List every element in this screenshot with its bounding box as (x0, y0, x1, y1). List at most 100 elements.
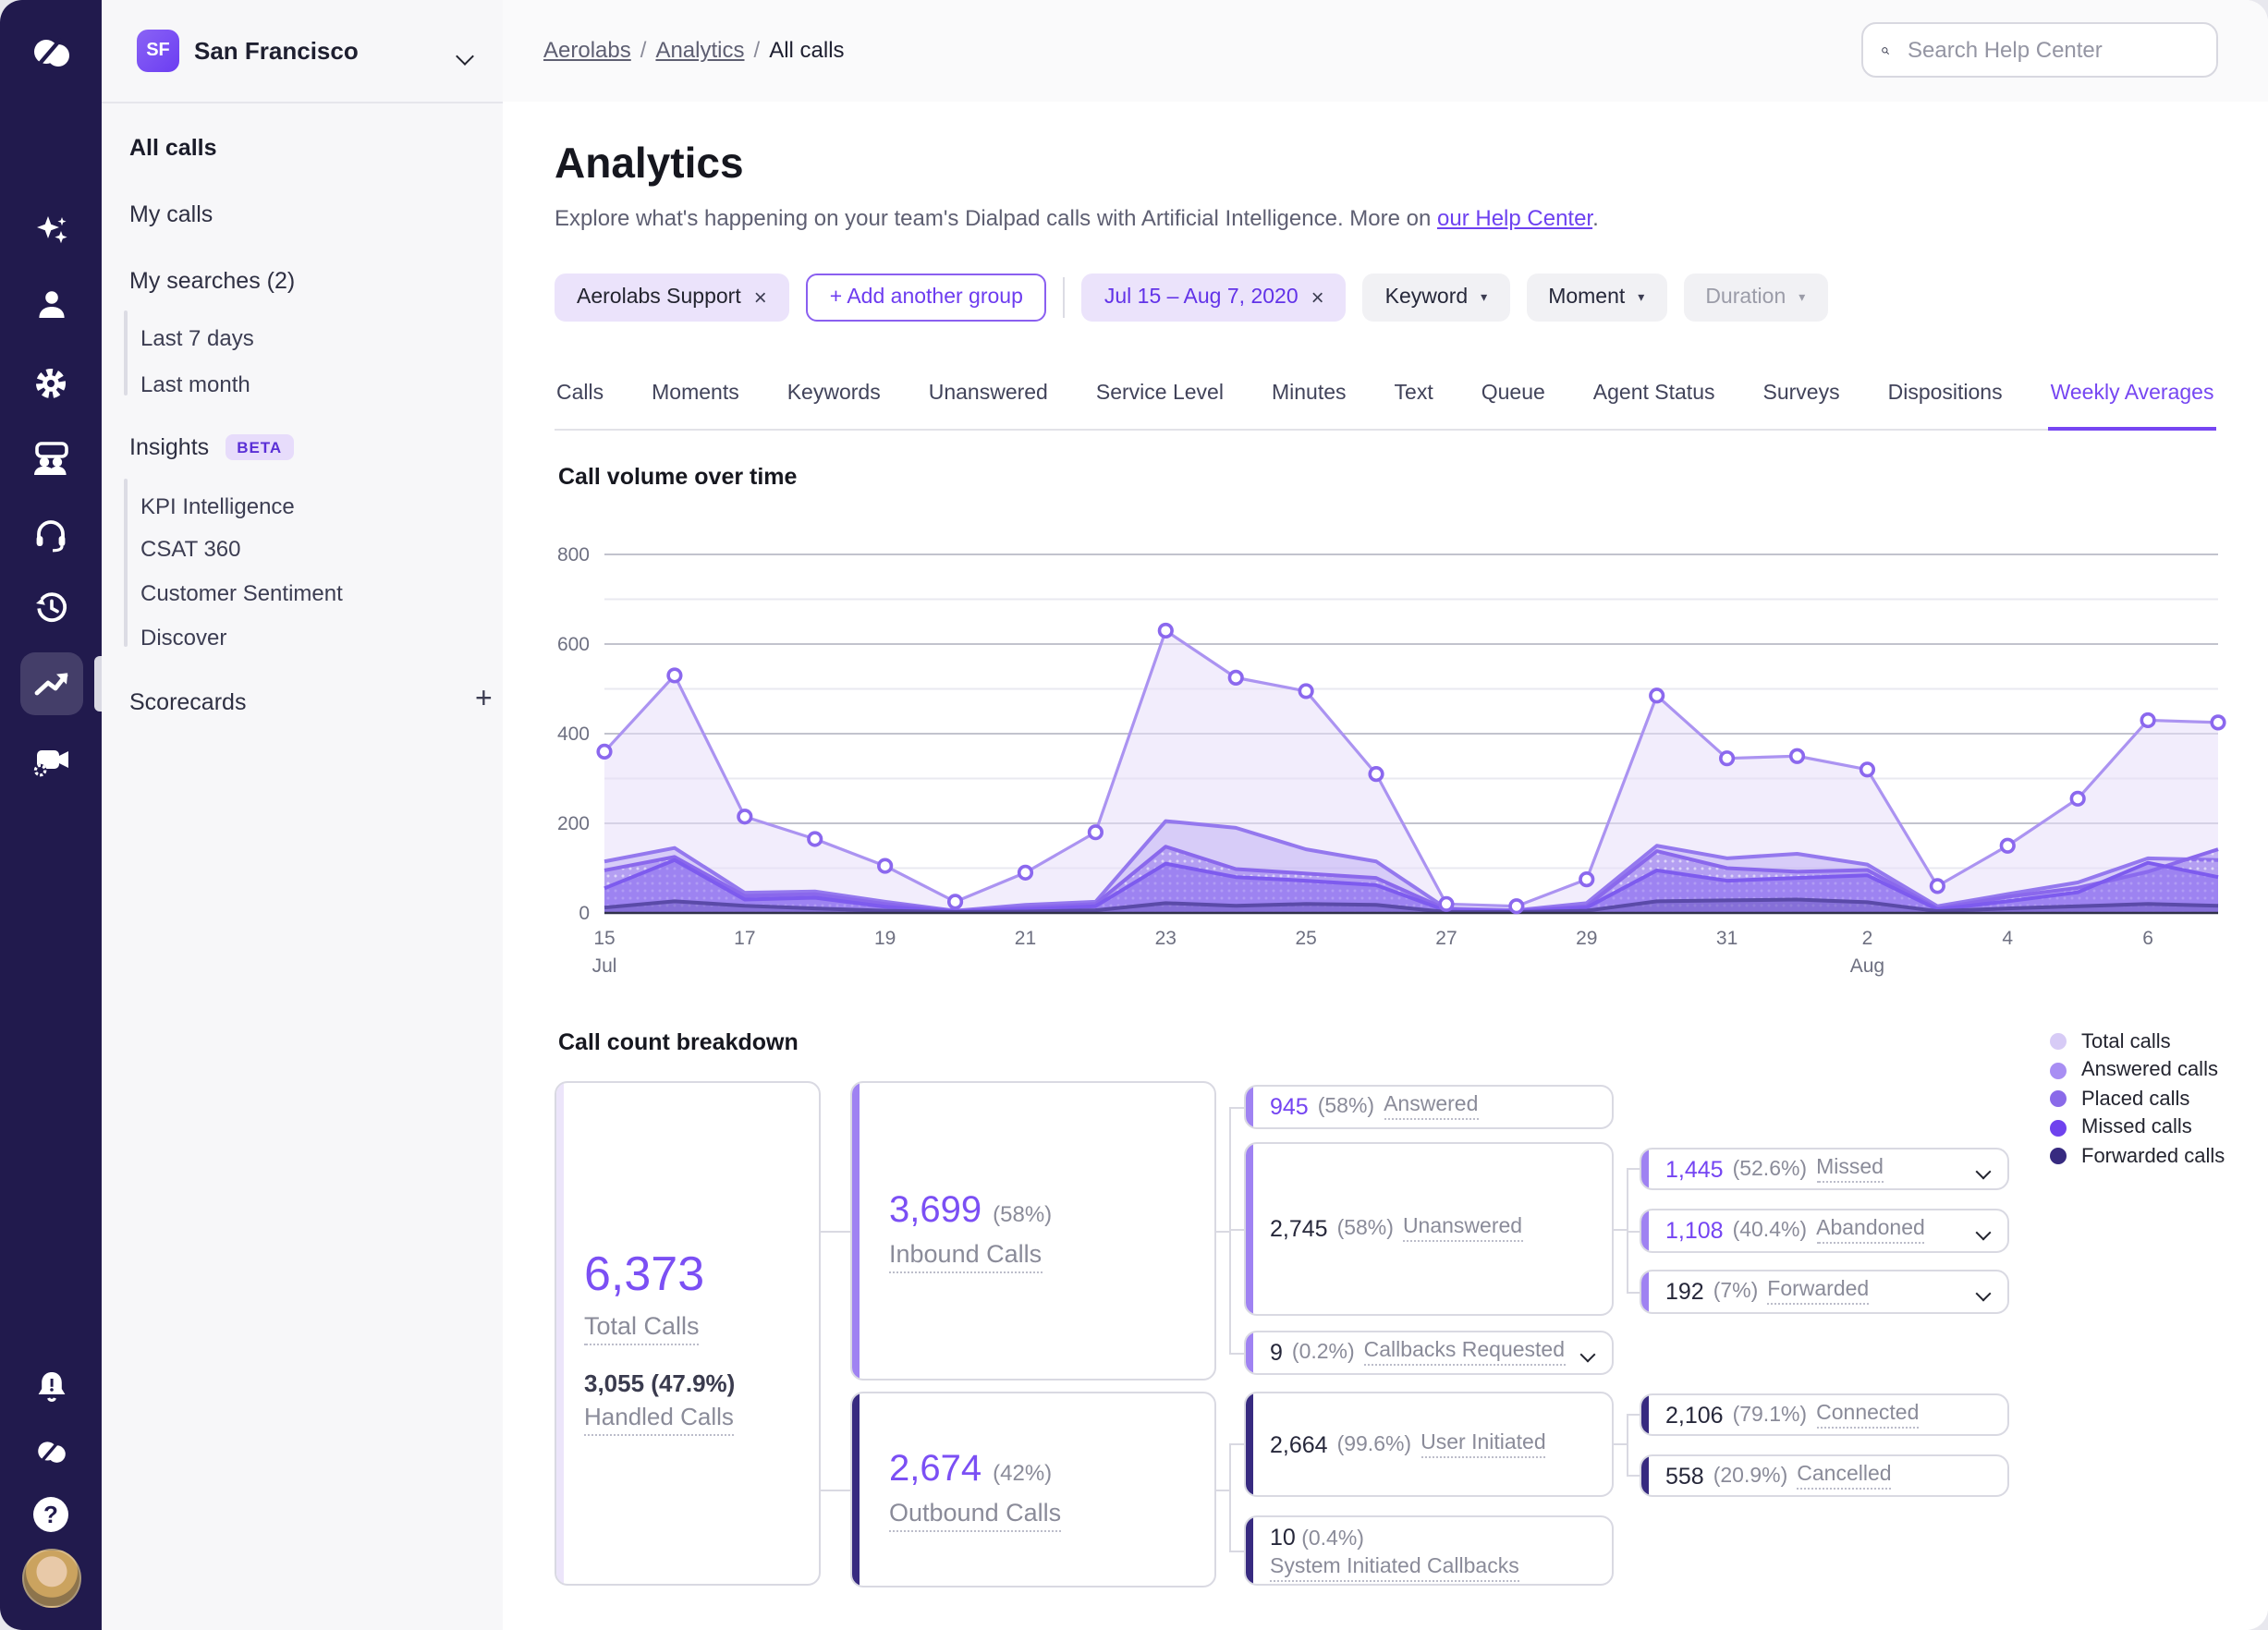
svg-text:800: 800 (557, 544, 590, 566)
svg-text:23: 23 (1155, 928, 1177, 949)
legend-item-forwarded-calls: Forwarded calls (2050, 1142, 2225, 1171)
help-center-link[interactable]: our Help Center (1437, 205, 1592, 231)
chevron-down-icon[interactable] (1975, 1275, 1992, 1308)
sidebar-item-last-7-days[interactable]: Last 7 days (140, 325, 254, 351)
sidebar-item-csat-360[interactable]: CSAT 360 (140, 536, 241, 562)
dialpad-mini-icon[interactable] (19, 1421, 82, 1484)
tree-connector (1229, 1551, 1244, 1552)
tab-queue[interactable]: Queue (1480, 375, 1547, 428)
close-icon[interactable]: × (1311, 285, 1324, 310)
answered-card[interactable]: 945 (58%) Answered (1244, 1085, 1614, 1129)
outbound-calls-card[interactable]: 2,674 (42%) Outbound Calls (850, 1392, 1216, 1587)
filter-chip-jul-15-aug-7-2020[interactable]: Jul 15 – Aug 7, 2020 × (1081, 274, 1347, 322)
tree-connector (1229, 1229, 1244, 1231)
sidebar-item-my-searches-2-[interactable]: My searches (2) (129, 268, 295, 294)
tab-text[interactable]: Text (1393, 375, 1435, 428)
sidebar-item-insights[interactable]: Insights BETA (129, 434, 294, 462)
tree-connector (1229, 1107, 1244, 1109)
tab-keywords[interactable]: Keywords (786, 375, 883, 428)
node-pct: (0.4%) (1301, 1528, 1364, 1551)
meetings-video-icon[interactable] (19, 730, 82, 793)
chevron-down-icon[interactable] (1579, 1336, 1596, 1369)
missed-card[interactable]: 1,445 (52.6%) Missed (1640, 1148, 2009, 1190)
filter-chip-keyword[interactable]: Keyword ▾ (1362, 274, 1510, 322)
sidebar-item-last-month[interactable]: Last month (140, 371, 250, 397)
node-value: 1,108 (1665, 1218, 1724, 1244)
svg-text:Aug: Aug (1850, 955, 1884, 977)
ai-sparkles-icon[interactable] (19, 200, 82, 262)
system-callbacks-card[interactable]: 10 (0.4%) System Initiated Callbacks (1244, 1515, 1614, 1586)
user-avatar[interactable] (19, 1547, 82, 1610)
chart-title: Call volume over time (558, 464, 798, 490)
add-scorecard-button[interactable]: + (475, 684, 493, 717)
tab-weekly-averages[interactable]: Weekly Averages (2048, 375, 2216, 431)
breadcrumb-link-analytics[interactable]: Analytics (655, 37, 744, 63)
tab-calls[interactable]: Calls (555, 375, 605, 428)
node-value: 945 (1270, 1094, 1309, 1120)
connected-card[interactable]: 2,106 (79.1%) Connected (1640, 1393, 2009, 1436)
contacts-icon[interactable] (19, 274, 82, 336)
chart-legend: Total calls Answered calls Placed calls Mis… (2050, 1028, 2225, 1171)
chevron-down-icon[interactable] (1975, 1214, 1992, 1247)
forwarded-card[interactable]: 192 (7%) Forwarded (1640, 1270, 2009, 1314)
user-initiated-card[interactable]: 2,664 (99.6%) User Initiated (1244, 1392, 1614, 1497)
tree-connector (1627, 1414, 1640, 1416)
filter-chip-aerolabs-support[interactable]: Aerolabs Support × (555, 274, 789, 322)
close-icon[interactable]: × (754, 285, 767, 310)
cancelled-card[interactable]: 558 (20.9%) Cancelled (1640, 1454, 2009, 1497)
help-icon[interactable]: ? (19, 1482, 82, 1545)
history-icon[interactable] (19, 577, 82, 639)
org-switcher[interactable]: SF San Francisco (102, 0, 503, 103)
svg-text:2: 2 (1862, 928, 1873, 949)
sidebar-item-discover[interactable]: Discover (140, 625, 226, 651)
breadcrumb-link-aerolabs[interactable]: Aerolabs (543, 37, 631, 63)
node-label: Missed (1816, 1156, 1884, 1182)
total-calls-card[interactable]: 6,373 Total Calls 3,055 (47.9%) Handled Cal… (555, 1081, 821, 1586)
sidebar-item-scorecards[interactable]: Scorecards (129, 689, 246, 715)
help-search[interactable] (1861, 22, 2218, 78)
outbound-label: Outbound Calls (889, 1499, 1062, 1532)
svg-text:6: 6 (2142, 928, 2153, 949)
sidebar-item-kpi-intelligence[interactable]: KPI Intelligence (140, 493, 295, 519)
inbound-calls-card[interactable]: 3,699 (58%) Inbound Calls (850, 1081, 1216, 1381)
node-label: Abandoned (1816, 1218, 1925, 1244)
tab-moments[interactable]: Moments (650, 375, 741, 428)
filter-chip-moment[interactable]: Moment ▾ (1526, 274, 1667, 322)
svg-text:15: 15 (593, 928, 615, 949)
total-calls-label: Total Calls (584, 1312, 700, 1345)
notifications-bell-icon[interactable] (19, 1356, 82, 1419)
accent-bar (1641, 1271, 1649, 1312)
svg-text:0: 0 (579, 903, 590, 924)
tab-service-level[interactable]: Service Level (1094, 375, 1225, 428)
svg-text:19: 19 (874, 928, 896, 949)
abandoned-card[interactable]: 1,108 (40.4%) Abandoned (1640, 1209, 2009, 1253)
tab-agent-status[interactable]: Agent Status (1591, 375, 1717, 428)
sidebar-item-my-calls[interactable]: My calls (129, 201, 213, 227)
legend-dot (2050, 1090, 2067, 1108)
chevron-down-icon[interactable] (1975, 1152, 1992, 1186)
dialpad-logo-icon[interactable] (19, 22, 82, 85)
support-headset-icon[interactable] (19, 503, 82, 566)
accent-bar (1641, 1456, 1649, 1495)
sidebar-item-customer-sentiment[interactable]: Customer Sentiment (140, 580, 343, 606)
analytics-icon[interactable] (19, 652, 82, 715)
tree-connector (821, 1490, 850, 1491)
sidebar-item-all-calls[interactable]: All calls (129, 135, 217, 161)
accent-bar (1641, 1150, 1649, 1188)
tab-minutes[interactable]: Minutes (1270, 375, 1348, 428)
tab-surveys[interactable]: Surveys (1762, 375, 1842, 428)
tab-dispositions[interactable]: Dispositions (1886, 375, 2005, 428)
filter-chip--add-another-group[interactable]: + Add another group (805, 274, 1047, 322)
coaching-icon[interactable] (19, 427, 82, 490)
node-pct: (58%) (1317, 1096, 1375, 1118)
filter-chip-duration[interactable]: Duration ▾ (1683, 274, 1828, 322)
tab-unanswered[interactable]: Unanswered (927, 375, 1050, 428)
tree-connector (1229, 1443, 1244, 1445)
svg-text:25: 25 (1295, 928, 1316, 949)
node-label: User Initiated (1421, 1431, 1546, 1457)
callbacks-card[interactable]: 9 (0.2%) Callbacks Requested (1244, 1331, 1614, 1375)
settings-gear-icon[interactable] (19, 351, 82, 414)
unanswered-card[interactable]: 2,745 (58%) Unanswered (1244, 1142, 1614, 1316)
search-input[interactable] (1904, 35, 2198, 65)
svg-text:17: 17 (734, 928, 755, 949)
